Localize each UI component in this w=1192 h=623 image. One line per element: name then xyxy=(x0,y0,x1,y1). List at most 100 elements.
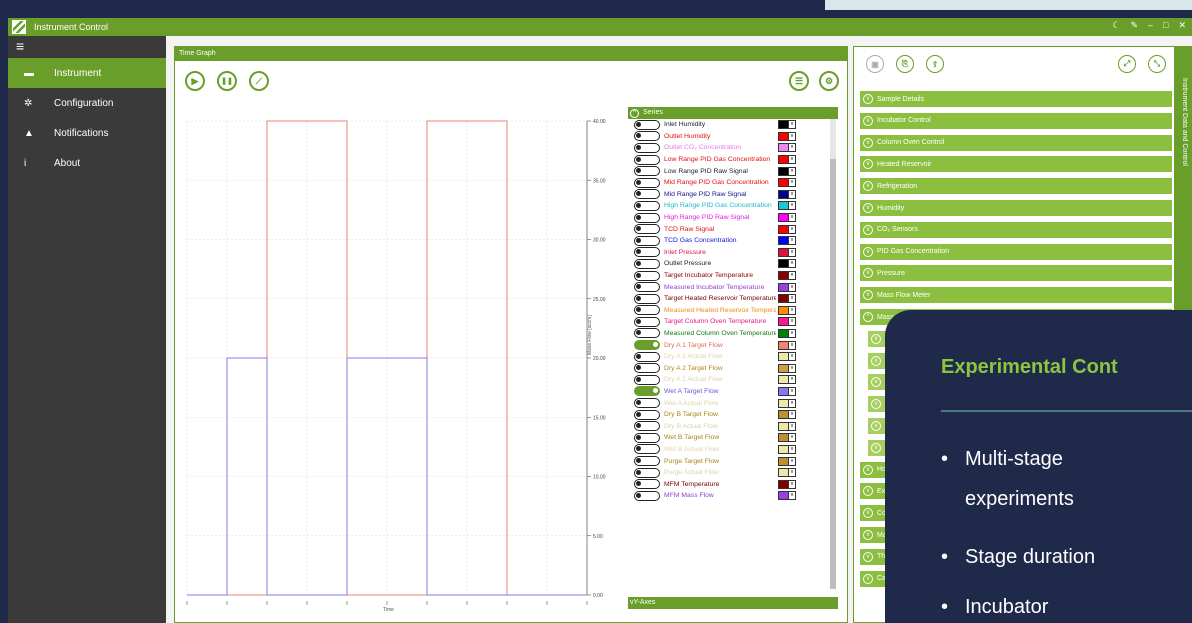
color-swatch[interactable] xyxy=(778,398,789,408)
chevron-down-icon[interactable]: v xyxy=(789,352,796,362)
series-toggle[interactable] xyxy=(634,363,660,374)
series-toggle[interactable] xyxy=(634,212,660,223)
series-toggle[interactable] xyxy=(634,282,660,293)
series-toggle[interactable] xyxy=(634,444,660,455)
pause-button[interactable]: ❚❚ xyxy=(217,71,237,91)
series-toggle[interactable] xyxy=(634,386,660,397)
color-swatch[interactable] xyxy=(778,328,789,338)
chevron-down-icon[interactable]: v xyxy=(789,282,796,292)
chevron-down-icon[interactable]: v xyxy=(789,236,796,246)
color-swatch[interactable] xyxy=(778,468,789,478)
sidebar-item-notifications[interactable]: ▲ Notifications xyxy=(8,118,166,148)
chevron-down-icon[interactable]: v xyxy=(789,143,796,153)
series-toggle[interactable] xyxy=(634,177,660,188)
series-toggle[interactable] xyxy=(634,490,660,501)
chevron-down-icon[interactable]: v xyxy=(789,444,796,454)
color-swatch[interactable] xyxy=(778,120,789,130)
series-toggle[interactable] xyxy=(634,258,660,269)
series-toggle[interactable] xyxy=(634,421,660,432)
time-chart[interactable]: 0.00 5.00 10.00 15.00 20.00 25.00 30.00 35.00 40… xyxy=(183,107,623,622)
series-toggle[interactable] xyxy=(634,398,660,409)
y-axes-header[interactable]: v Y-Axes xyxy=(628,597,838,609)
series-toggle[interactable] xyxy=(634,131,660,142)
accordion-section[interactable]: v Pressure xyxy=(860,265,1172,282)
chevron-down-icon[interactable]: v xyxy=(789,491,796,501)
series-toggle[interactable] xyxy=(634,467,660,478)
graph-settings-button[interactable]: ⚙ xyxy=(819,71,839,91)
series-header[interactable]: ^ Series xyxy=(628,107,838,119)
theme-toggle-icon[interactable]: ☾ xyxy=(1112,20,1120,31)
series-toggle[interactable] xyxy=(634,224,660,235)
maximize-button[interactable]: □ xyxy=(1163,20,1168,31)
series-toggle[interactable] xyxy=(634,166,660,177)
color-swatch[interactable] xyxy=(778,259,789,269)
series-toggle[interactable] xyxy=(634,154,660,165)
series-toggle[interactable] xyxy=(634,200,660,211)
accordion-section[interactable]: v Sample Details xyxy=(860,91,1172,107)
color-swatch[interactable] xyxy=(778,271,789,281)
close-button[interactable]: ✕ xyxy=(1178,20,1186,31)
chevron-down-icon[interactable]: v xyxy=(789,271,796,281)
chevron-down-icon[interactable]: v xyxy=(789,468,796,478)
accordion-section[interactable]: v Mass Flow Meter xyxy=(860,287,1172,304)
color-swatch[interactable] xyxy=(778,155,789,165)
series-toggle[interactable] xyxy=(634,316,660,327)
chevron-down-icon[interactable]: v xyxy=(789,247,796,257)
chevron-down-icon[interactable]: v xyxy=(789,178,796,188)
chevron-down-icon[interactable]: v xyxy=(789,294,796,304)
color-swatch[interactable] xyxy=(778,166,789,176)
chevron-down-icon[interactable]: v xyxy=(789,166,796,176)
color-swatch[interactable] xyxy=(778,247,789,257)
accordion-section[interactable]: v Humidity xyxy=(860,200,1172,216)
hamburger-menu-icon[interactable]: ≡ xyxy=(8,36,166,58)
series-toggle[interactable] xyxy=(634,479,660,490)
color-swatch[interactable] xyxy=(778,479,789,489)
color-swatch[interactable] xyxy=(778,410,789,420)
chevron-down-icon[interactable]: v xyxy=(789,155,796,165)
series-toggle[interactable] xyxy=(634,142,660,153)
color-swatch[interactable] xyxy=(778,317,789,327)
upload-icon[interactable]: ⇧ xyxy=(926,55,944,73)
color-swatch[interactable] xyxy=(778,201,789,211)
legend-list-button[interactable]: ☰ xyxy=(789,71,809,91)
color-swatch[interactable] xyxy=(778,236,789,246)
accordion-section[interactable]: v CO₂ Sensors xyxy=(860,221,1172,238)
series-toggle[interactable] xyxy=(634,351,660,362)
accordion-section[interactable]: v Column Oven Control xyxy=(860,134,1172,151)
series-toggle[interactable] xyxy=(634,456,660,467)
color-swatch[interactable] xyxy=(778,491,789,501)
chevron-down-icon[interactable]: v xyxy=(789,456,796,466)
color-swatch[interactable] xyxy=(778,433,789,443)
chevron-down-icon[interactable]: v xyxy=(789,328,796,338)
series-toggle[interactable] xyxy=(634,189,660,200)
color-swatch[interactable] xyxy=(778,421,789,431)
color-swatch[interactable] xyxy=(778,352,789,362)
play-button[interactable]: ▶ xyxy=(185,71,205,91)
chevron-down-icon[interactable]: v xyxy=(789,410,796,420)
color-swatch[interactable] xyxy=(778,143,789,153)
series-scrollbar[interactable] xyxy=(830,119,836,589)
chevron-down-icon[interactable]: v xyxy=(789,386,796,396)
accordion-section[interactable]: v Heated Reservoir xyxy=(860,156,1172,173)
chevron-down-icon[interactable]: v xyxy=(789,120,796,130)
clear-graph-button[interactable]: ⟋ xyxy=(249,71,269,91)
color-swatch[interactable] xyxy=(778,456,789,466)
sidebar-item-configuration[interactable]: ✲ Configuration xyxy=(8,88,166,118)
color-swatch[interactable] xyxy=(778,178,789,188)
chevron-down-icon[interactable]: v xyxy=(789,375,796,385)
color-swatch[interactable] xyxy=(778,224,789,234)
accordion-section[interactable]: v Refrigeration xyxy=(860,178,1172,195)
series-toggle[interactable] xyxy=(634,432,660,443)
series-toggle[interactable] xyxy=(634,409,660,420)
chevron-down-icon[interactable]: v xyxy=(789,398,796,408)
color-swatch[interactable] xyxy=(778,363,789,373)
chevron-down-icon[interactable]: v xyxy=(789,259,796,269)
accordion-section[interactable]: v Incubator Control xyxy=(860,112,1172,129)
scroll-thumb[interactable] xyxy=(830,159,836,589)
save-icon[interactable]: ▣ xyxy=(866,55,884,73)
chevron-down-icon[interactable]: v xyxy=(789,317,796,327)
series-toggle[interactable] xyxy=(634,293,660,304)
color-swatch[interactable] xyxy=(778,282,789,292)
color-swatch[interactable] xyxy=(778,340,789,350)
color-swatch[interactable] xyxy=(778,444,789,454)
